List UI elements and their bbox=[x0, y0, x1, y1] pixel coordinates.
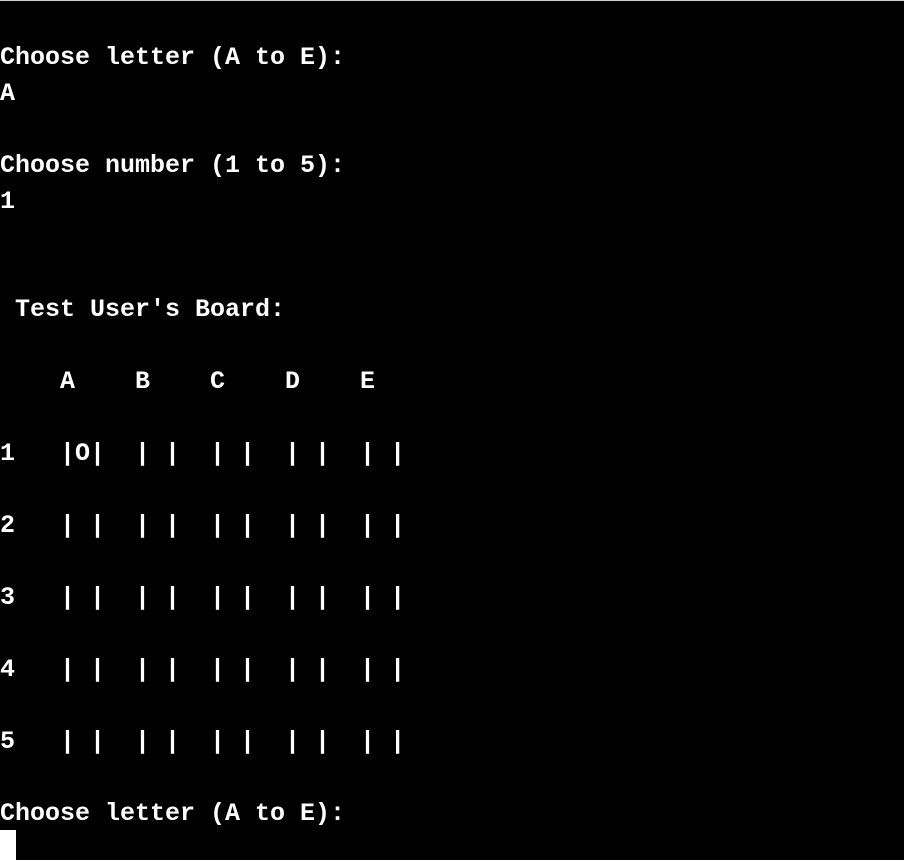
prompt-letter: Choose letter (A to E): bbox=[0, 43, 346, 72]
board-row-5: 5 | | | | | | | | | | bbox=[0, 727, 406, 756]
board-row-4: 4 | | | | | | | | | | bbox=[0, 655, 406, 684]
prompt-number: Choose number (1 to 5): bbox=[0, 151, 346, 180]
window-top-border bbox=[0, 0, 904, 1]
board-column-headers: A B C D E bbox=[0, 367, 376, 396]
prompt-letter-current: Choose letter (A to E): bbox=[0, 799, 346, 828]
input-number-value: 1 bbox=[0, 187, 16, 216]
input-letter-value: A bbox=[0, 79, 16, 108]
board-row-3: 3 | | | | | | | | | | bbox=[0, 583, 406, 612]
board-row-2: 2 | | | | | | | | | | bbox=[0, 511, 406, 540]
board-title: Test User's Board: bbox=[0, 295, 286, 324]
board-row-1: 1 |O| | | | | | | | | bbox=[0, 439, 406, 468]
text-cursor[interactable] bbox=[0, 830, 16, 860]
terminal-window[interactable]: Choose letter (A to E): A Choose number … bbox=[0, 0, 904, 860]
